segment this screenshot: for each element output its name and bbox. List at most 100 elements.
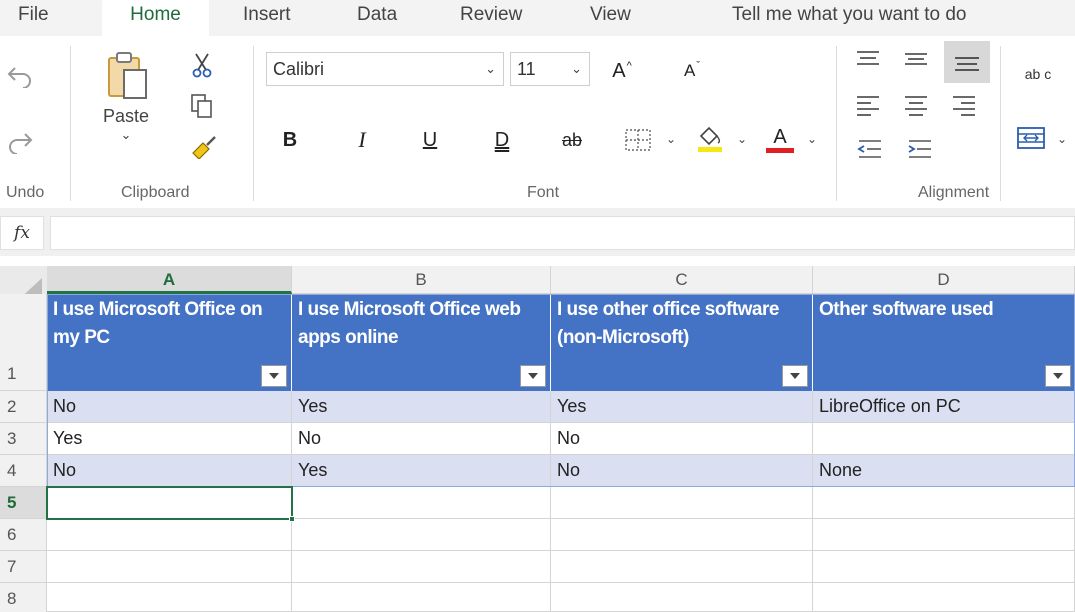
column-header-a[interactable]: A [47, 266, 292, 294]
table-cell[interactable]: Yes [551, 391, 813, 423]
table-header-cell[interactable]: I use other office software (non-Microso… [551, 294, 813, 391]
align-center-button[interactable] [900, 90, 932, 120]
fill-color-button[interactable] [692, 122, 728, 156]
empty-cell[interactable] [47, 551, 292, 583]
paint-bucket-icon [698, 126, 722, 152]
row-header-5[interactable]: 5 [0, 487, 47, 519]
header-label: I use other office software (non-Microso… [557, 299, 779, 348]
align-left-button[interactable] [852, 90, 884, 120]
table-header-cell[interactable]: I use Microsoft Office on my PC [47, 294, 292, 391]
row-header-6[interactable]: 6 [0, 519, 47, 551]
table-header-cell[interactable]: Other software used [813, 294, 1075, 391]
row-header-3[interactable]: 3 [0, 423, 47, 455]
align-top-button[interactable] [852, 44, 884, 74]
filter-dropdown-button[interactable] [1045, 365, 1071, 387]
grow-font-button[interactable]: A ^ [606, 56, 638, 86]
empty-cell[interactable] [813, 519, 1075, 551]
empty-cell[interactable] [47, 487, 292, 519]
merge-center-button[interactable] [1014, 122, 1048, 154]
table-cell[interactable]: Yes [292, 391, 551, 423]
table-header-cell[interactable]: I use Microsoft Office web apps online [292, 294, 551, 391]
copy-button[interactable] [187, 91, 217, 121]
tab-data[interactable]: Data [357, 0, 397, 36]
increase-indent-button[interactable] [902, 134, 936, 164]
font-color-caret[interactable]: ⌄ [807, 132, 817, 146]
table-cell[interactable]: LibreOffice on PC [813, 391, 1075, 423]
format-painter-button[interactable] [187, 132, 219, 162]
strikethrough-button[interactable]: ab [554, 124, 590, 156]
column-header-b[interactable]: B [292, 266, 551, 294]
tell-me-search[interactable]: Tell me what you want to do [732, 0, 966, 36]
align-middle-button[interactable] [900, 44, 932, 74]
font-size-select[interactable]: 11 ⌄ [510, 52, 590, 86]
row-header-8[interactable]: 8 [0, 583, 47, 612]
empty-cell[interactable] [813, 583, 1075, 612]
empty-cell[interactable] [813, 487, 1075, 519]
decrease-indent-button[interactable] [852, 134, 886, 164]
cut-button[interactable] [187, 50, 217, 80]
filter-dropdown-button[interactable] [782, 365, 808, 387]
empty-cell[interactable] [292, 551, 551, 583]
wrap-text-button[interactable]: ab c [1018, 56, 1058, 92]
borders-caret[interactable]: ⌄ [666, 132, 676, 146]
empty-cell[interactable] [292, 583, 551, 612]
tab-view[interactable]: View [590, 0, 631, 36]
table-cell[interactable] [813, 423, 1075, 455]
formula-input[interactable] [50, 216, 1075, 250]
font-name-select[interactable]: Calibri ⌄ [266, 52, 504, 86]
bold-button[interactable]: B [274, 124, 306, 156]
tab-file[interactable]: File [18, 0, 49, 36]
table-cell[interactable]: No [47, 391, 292, 423]
borders-button[interactable] [620, 124, 656, 156]
table-cell[interactable]: Yes [292, 455, 551, 487]
table-cell[interactable]: No [551, 455, 813, 487]
row-header-7[interactable]: 7 [0, 551, 47, 583]
table-cell[interactable]: No [47, 455, 292, 487]
empty-cell[interactable] [292, 487, 551, 519]
redo-button[interactable] [2, 124, 38, 160]
tab-home[interactable]: Home [102, 0, 209, 38]
underline-button[interactable]: U [414, 124, 446, 156]
empty-cell[interactable] [47, 519, 292, 551]
empty-cell[interactable] [551, 487, 813, 519]
empty-cell[interactable] [551, 551, 813, 583]
double-underline-button[interactable]: D [486, 124, 518, 156]
table-cell[interactable]: None [813, 455, 1075, 487]
filter-dropdown-button[interactable] [261, 365, 287, 387]
fill-color-caret[interactable]: ⌄ [737, 132, 747, 146]
table-cell[interactable]: No [551, 423, 813, 455]
column-header-c[interactable]: C [551, 266, 813, 294]
italic-button[interactable]: I [346, 124, 378, 156]
filter-dropdown-button[interactable] [520, 365, 546, 387]
table-cell[interactable]: Yes [47, 423, 292, 455]
fx-button[interactable]: fx [0, 216, 44, 250]
table-cell[interactable]: No [292, 423, 551, 455]
select-all-corner[interactable] [0, 266, 47, 302]
shrink-font-button[interactable]: Aˇ [676, 56, 708, 86]
bold-icon: B [282, 128, 298, 151]
empty-cell[interactable] [551, 519, 813, 551]
align-right-button[interactable] [948, 90, 980, 120]
row-header-1[interactable]: 1 [0, 294, 47, 391]
increase-indent-icon [908, 140, 931, 158]
empty-cell[interactable] [813, 551, 1075, 583]
undo-button[interactable] [2, 58, 38, 94]
undo-icon [7, 67, 31, 88]
empty-cell[interactable] [551, 583, 813, 612]
merge-caret[interactable]: ⌄ [1057, 132, 1067, 146]
font-color-button[interactable]: A [762, 122, 798, 156]
tab-insert[interactable]: Insert [243, 0, 291, 36]
row-header-2[interactable]: 2 [0, 391, 47, 423]
column-header-d[interactable]: D [813, 266, 1075, 294]
fill-color-swatch [698, 147, 722, 152]
fill-handle[interactable] [289, 516, 295, 522]
empty-cell[interactable] [47, 583, 292, 612]
tab-review[interactable]: Review [460, 0, 522, 36]
align-left-icon [857, 96, 879, 116]
row-header-4[interactable]: 4 [0, 455, 47, 487]
align-middle-icon [905, 53, 927, 65]
paste-button[interactable]: Paste ⌄ [88, 48, 164, 158]
font-color-icon: A [773, 125, 787, 148]
align-bottom-button[interactable] [944, 41, 990, 83]
empty-cell[interactable] [292, 519, 551, 551]
